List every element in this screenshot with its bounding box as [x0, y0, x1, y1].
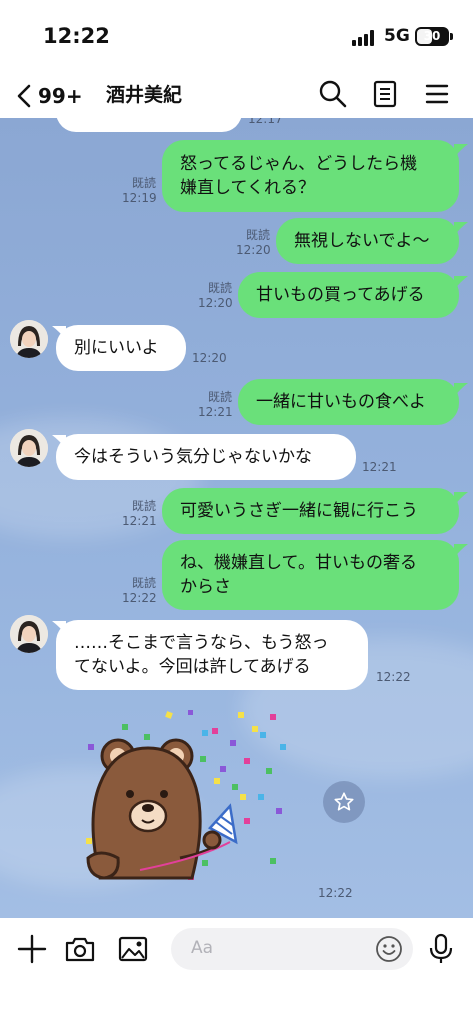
contact-avatar[interactable]: [10, 429, 48, 467]
incoming-message[interactable]: ……そこまで言うなら、もう怒っ てないよ。今回は許してあげる: [56, 620, 368, 690]
message-input-bar: Aa: [0, 918, 473, 1024]
read-receipt: 既読 12:21: [198, 390, 233, 419]
chat-header: 99+ 酒井美紀: [0, 74, 473, 118]
outgoing-message[interactable]: 無視しないでよ〜: [276, 218, 459, 264]
message-placeholder: Aa: [191, 938, 214, 958]
contact-avatar[interactable]: [10, 320, 48, 358]
plus-icon[interactable]: [15, 932, 49, 966]
emoji-icon[interactable]: [375, 935, 403, 963]
outgoing-message[interactable]: 一緒に甘いもの食べよ: [238, 379, 459, 425]
message-time: 12:20: [192, 351, 227, 365]
partial-message-time: 12:17: [248, 118, 283, 126]
status-bar: 12:22 5G 30: [0, 0, 473, 74]
back-button[interactable]: 99+: [14, 80, 83, 112]
message-time: 12:21: [362, 460, 397, 474]
network-type: 5G: [384, 26, 410, 46]
message-time: 12:22: [318, 886, 353, 900]
star-icon: [334, 792, 354, 811]
chat-title: 酒井美紀: [106, 84, 183, 106]
battery-level: 30: [423, 29, 441, 43]
outgoing-message[interactable]: ね、機嫌直して。甘いもの奢る からさ: [162, 540, 459, 610]
read-receipt: 既読 12:20: [236, 228, 271, 257]
message-time: 12:22: [376, 670, 411, 684]
search-icon[interactable]: [317, 78, 349, 110]
status-time: 12:22: [43, 24, 110, 48]
read-receipt: 既読 12:21: [122, 499, 157, 528]
brown-bear-sticker[interactable]: [80, 708, 310, 898]
partial-message-bubble[interactable]: [56, 118, 242, 132]
chevron-left-icon: [17, 84, 31, 108]
notes-icon[interactable]: [369, 78, 401, 110]
outgoing-message[interactable]: 怒ってるじゃん、どうしたら機 嫌直してくれる？: [162, 140, 459, 212]
image-icon[interactable]: [116, 932, 150, 966]
menu-icon[interactable]: [421, 78, 453, 110]
favorite-sticker-button[interactable]: [323, 781, 365, 823]
read-receipt: 既読 12:20: [198, 281, 233, 310]
outgoing-message[interactable]: 可愛いうさぎ一緒に観に行こう: [162, 488, 459, 534]
mic-icon[interactable]: [424, 932, 458, 966]
camera-icon[interactable]: [63, 932, 97, 966]
message-input[interactable]: Aa: [171, 928, 413, 970]
outgoing-message[interactable]: 甘いもの買ってあげる: [238, 272, 459, 318]
unread-count: 99+: [38, 84, 83, 108]
chat-area[interactable]: 12:17 既読 12:19 怒ってるじゃん、どうしたら機 嫌直してくれる？ 既読 1…: [0, 118, 473, 918]
incoming-message[interactable]: 今はそういう気分じゃないかな: [56, 434, 356, 480]
read-receipt: 既読 12:22: [122, 576, 157, 605]
signal-strength-icon: [352, 30, 378, 46]
contact-avatar[interactable]: [10, 615, 48, 653]
incoming-message[interactable]: 別にいいよ: [56, 325, 186, 371]
battery-icon: 30: [415, 27, 453, 46]
read-receipt: 既読 12:19: [122, 176, 157, 205]
